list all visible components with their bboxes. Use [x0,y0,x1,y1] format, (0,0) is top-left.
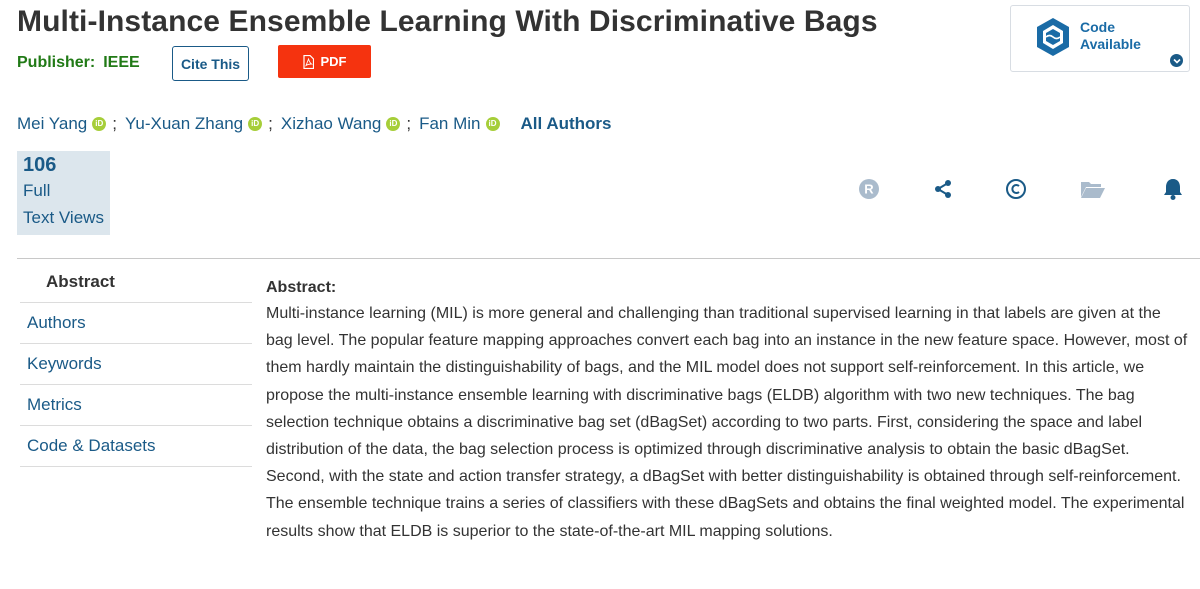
author-link[interactable]: Yu-Xuan Zhang iD [124,114,263,134]
full-text-views-metric[interactable]: 106 Full Text Views [17,151,110,235]
document-sidenav: Abstract Authors Keywords Metrics Code & Dat… [20,262,252,467]
code-ocean-logo-icon [1037,18,1069,56]
publisher: Publisher: IEEE [17,54,140,72]
pdf-label: PDF [320,54,347,69]
abstract-section: Abstract: Multi-instance learning (MIL) … [266,275,1191,545]
author-separator: ; [268,114,273,133]
orcid-icon[interactable]: iD [386,117,401,131]
author-separator: ; [112,114,117,133]
pdf-icon [302,54,314,69]
sidenav-item-metrics[interactable]: Metrics [20,385,252,426]
all-authors-link[interactable]: All Authors [521,114,612,134]
pdf-button[interactable]: PDF [278,45,371,78]
code-available-label: Code Available [1080,19,1141,52]
author-name: Yu-Xuan Zhang [124,114,244,133]
orcid-icon[interactable]: iD [248,117,263,131]
chevron-down-icon[interactable] [1170,54,1183,67]
rights-icon[interactable]: R [855,175,883,203]
author-list: Mei Yang iD; Yu-Xuan Zhang iD; Xizhao Wang iD… [17,114,612,134]
sidenav-item-keywords[interactable]: Keywords [20,344,252,385]
cite-this-button[interactable]: Cite This [172,46,249,81]
orcid-icon[interactable]: iD [485,117,500,131]
abstract-heading: Abstract: [266,279,337,296]
author-link[interactable]: Xizhao Wang iD [280,114,401,134]
bell-icon[interactable] [1159,175,1187,203]
author-name: Mei Yang [17,114,88,133]
publisher-label: Publisher: [17,54,96,71]
sidenav-item-abstract[interactable]: Abstract [20,262,252,303]
sidenav-item-authors[interactable]: Authors [20,303,252,344]
abstract-text: Multi-instance learning (MIL) is more ge… [266,305,1188,540]
svg-text:R: R [864,182,874,197]
author-link[interactable]: Mei Yang iD [17,114,107,134]
folder-icon[interactable] [1079,175,1107,203]
metric-label-line2: Text Views [23,208,104,227]
sidenav-item-code-datasets[interactable]: Code & Datasets [20,426,252,467]
metric-count: 106 [23,154,57,176]
metric-label-line1: Full [23,181,51,200]
share-icon[interactable] [929,175,957,203]
author-name: Fan Min [419,114,481,133]
author-separator: ; [406,114,412,133]
code-available-badge[interactable]: Code Available [1010,5,1190,72]
publisher-value: IEEE [103,54,140,71]
article-title: Multi-Instance Ensemble Learning With Di… [17,5,878,38]
copyright-icon[interactable] [1002,175,1030,203]
author-link[interactable]: Fan Min iD [419,114,500,134]
author-name: Xizhao Wang [280,114,382,133]
section-divider [17,258,1200,259]
orcid-icon[interactable]: iD [92,117,107,131]
